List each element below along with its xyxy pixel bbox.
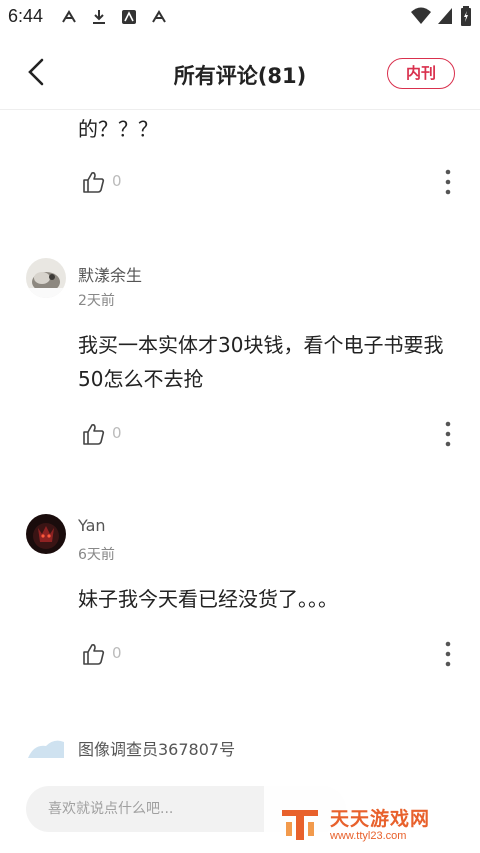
- timestamp: 6天前: [78, 547, 115, 563]
- comments-screen: 6:44 所有评论(81) 内刊 的？？？ 0 默漾余生 2天前 我买一本实体才…: [0, 0, 480, 853]
- thumbs-up-icon: [83, 644, 105, 665]
- like-button[interactable]: 0: [82, 642, 126, 666]
- comment-content: 妹子我今天看已经没货了。。。: [78, 587, 338, 611]
- signal-icon: [438, 8, 452, 24]
- like-button[interactable]: 0: [82, 170, 126, 194]
- username[interactable]: Yan: [78, 516, 106, 535]
- comment-content: 我买一本实体才30块钱，看个电子书要我50怎么不去抢: [78, 333, 444, 391]
- thumbs-up-icon: [83, 172, 105, 193]
- neikan-button[interactable]: 内刊: [387, 58, 455, 89]
- more-options-icon[interactable]: [438, 640, 458, 668]
- download-icon: [93, 10, 105, 24]
- notification-a2-icon: [152, 10, 166, 23]
- like-count: 0: [112, 172, 122, 190]
- more-options-icon[interactable]: [438, 168, 458, 196]
- more-options-icon[interactable]: [438, 420, 458, 448]
- status-bar: 6:44: [0, 0, 480, 34]
- wifi-icon: [411, 7, 431, 24]
- like-count: 0: [112, 424, 122, 442]
- like-button[interactable]: 0: [82, 422, 126, 446]
- site-watermark: 天天游戏网 www.ttyl23.com: [264, 782, 480, 853]
- app-notification-icon: [122, 10, 136, 24]
- username[interactable]: 默漾余生: [78, 262, 142, 286]
- watermark-logo-icon: [282, 810, 318, 840]
- avatar[interactable]: [26, 732, 66, 760]
- username[interactable]: 图像调查员367807号: [78, 736, 235, 760]
- thumbs-up-icon: [83, 424, 105, 445]
- avatar[interactable]: [26, 258, 66, 298]
- watermark-url: www.ttyl23.com: [330, 830, 407, 842]
- comment-content: 的？？？: [78, 117, 158, 141]
- timestamp: 2天前: [78, 293, 115, 309]
- header: 所有评论(81) 内刊: [0, 34, 480, 110]
- avatar[interactable]: [26, 514, 66, 554]
- status-time: 6:44: [8, 6, 44, 26]
- watermark-title: 天天游戏网: [330, 808, 431, 830]
- battery-icon: [461, 6, 471, 26]
- notification-a-icon: [62, 10, 76, 23]
- like-count: 0: [112, 644, 122, 662]
